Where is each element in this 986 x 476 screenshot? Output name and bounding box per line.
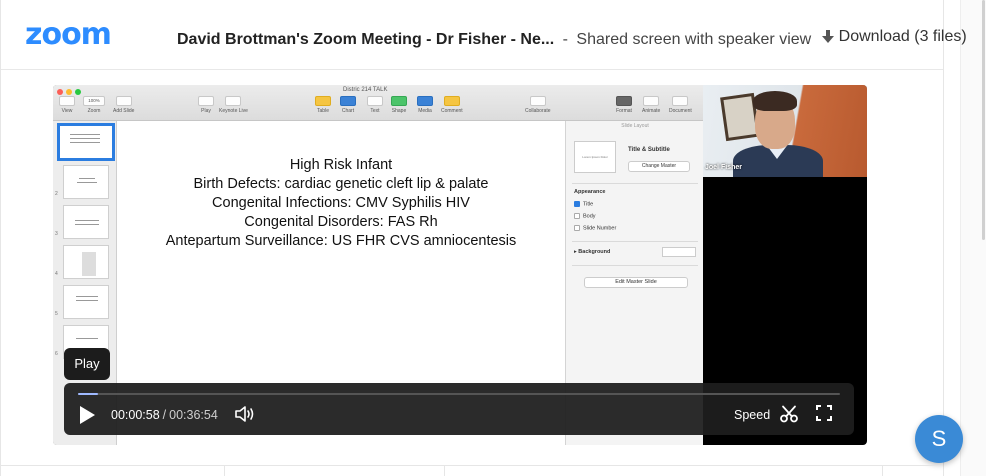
scissors-icon[interactable] [780,405,798,423]
scrollbar-thumb[interactable] [982,0,985,240]
option-body: Body [574,213,596,219]
recording-page: zoom David Brottman's Zoom Meeting - Dr … [0,0,986,476]
checkbox-icon [574,213,580,219]
background-swatch [662,247,696,257]
layout-name: Title & Subtitle [628,147,670,153]
toolbar-media: Media [417,96,433,114]
toolbar-collaborate: Collaborate [525,96,551,114]
zoom-dot-icon [75,89,81,95]
footer-tick [882,466,883,476]
slide-number: 5 [55,311,58,317]
option-title: Title [574,201,593,207]
close-dot-icon [57,89,63,95]
download-label: Download (3 files) [838,28,967,45]
play-icon[interactable] [78,405,96,425]
time-display: 00:00:58/00:36:54 [111,408,218,422]
speaker-name: Joel Fisher [705,164,742,171]
slide-line: Congenital Disorders: FAS Rh [244,214,438,230]
toolbar-zoom: 100% Zoom [83,96,105,114]
footer-tick [224,466,225,476]
slide-thumbnail [57,123,115,161]
zoom-logo[interactable]: zoom [25,20,112,50]
progress-track[interactable] [78,393,840,395]
volume-icon[interactable] [234,405,256,423]
slide-line: Congenital Infections: CMV Syphilis HIV [212,195,470,211]
toolbar-shape: Shape [391,96,407,114]
slide-line: Antepartum Surveillance: US FHR CVS amni… [165,233,517,249]
footer-divider [0,465,943,466]
toolbar-keynote-live: Keynote Live [219,96,248,114]
edit-master-button: Edit Master Slide [584,277,688,288]
change-master-button: Change Master [628,161,690,172]
slide-content: High Risk Infant Birth Defects: cardiac … [117,156,565,251]
slide-thumbnail [63,245,109,279]
slide-number: 3 [55,231,58,237]
slide-thumbnail [63,205,109,239]
divider [572,265,698,266]
toolbar-play: Play [198,96,214,114]
slide-number: 2 [55,191,58,197]
toolbar-table: Table [315,96,331,114]
background-label: ▸ Background [574,249,611,255]
title-separator: - [562,31,568,48]
divider [572,241,698,242]
meeting-title: David Brottman's Zoom Meeting - Dr Fishe… [177,31,555,48]
inspector-header: Slide Layout [621,123,649,129]
slide-thumbnail [63,285,109,319]
fullscreen-icon[interactable] [816,405,832,421]
option-slide-number: Slide Number [574,225,616,231]
progress-fill [78,393,98,395]
keynote-document-title: Distric 214 TALK [343,87,388,93]
keynote-toolbar: Distric 214 TALK View 100% Zoom Add Slide… [53,85,703,121]
layout-thumbnail: Lorem Ipsum Dolor [574,141,616,173]
total-time: 00:36:54 [169,408,218,422]
slide-title: High Risk Infant [289,157,393,173]
speed-button[interactable]: Speed [734,408,770,422]
toolbar-chart: Chart [340,96,356,114]
time-separator: / [162,408,167,422]
download-button[interactable]: Download (3 files) [821,28,967,46]
toolbar-document: Document [669,96,692,114]
right-border [943,0,944,476]
slide-thumbnail [63,165,109,199]
checkbox-icon [574,225,580,231]
slide-line: Birth Defects: cardiac genetic cleft lip… [193,176,489,192]
toolbar-add-slide: Add Slide [113,96,134,114]
toolbar-animate: Animate [642,96,660,114]
play-tooltip: Play [64,348,110,380]
toolbar-comment: Comment [441,96,463,114]
checkbox-checked-icon [574,201,580,207]
header: zoom David Brottman's Zoom Meeting - Dr … [1,0,967,70]
divider [572,183,698,184]
toolbar-text: Text [367,96,383,114]
toolbar-format: Format [616,96,632,114]
player-controls: 00:00:58/00:36:54 Speed [64,383,854,435]
minimize-dot-icon [66,89,72,95]
slide-number: 4 [55,271,58,277]
footer-tick [444,466,445,476]
left-border [0,0,1,476]
user-avatar[interactable]: S [915,415,963,463]
toolbar-view: View [59,96,75,114]
recording-description: Shared screen with speaker view [576,31,812,48]
current-time: 00:00:58 [111,408,160,422]
appearance-label: Appearance [574,189,606,195]
meeting-title-line: David Brottman's Zoom Meeting - Dr Fishe… [177,28,967,49]
slide-number: 6 [55,351,58,357]
download-arrow-icon [821,30,834,43]
